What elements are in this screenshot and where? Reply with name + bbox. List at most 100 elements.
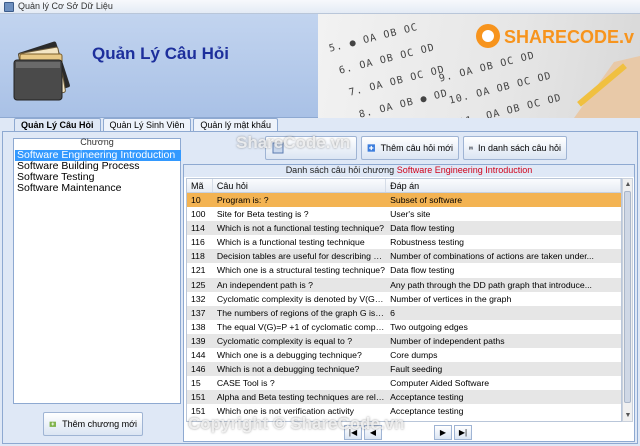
cell-id: 100 [191, 209, 206, 220]
cell-id: 114 [191, 223, 205, 234]
column-header-id[interactable]: Mã [187, 179, 213, 192]
cell-id: 116 [191, 237, 205, 248]
table-row[interactable]: 146 Which is not a debugging technique? Fa… [187, 362, 621, 377]
table-row[interactable]: 10 Program is: ? Subset of software [187, 193, 621, 208]
table-row[interactable]: 151 Alpha and Beta testing techniques are… [187, 390, 621, 405]
cell-question: CASE Tool is ? [216, 378, 275, 389]
cell-question: Alpha and Beta testing techniques are re… [216, 392, 386, 403]
cell-question: An independent path is ? [216, 279, 314, 290]
tab-passwords[interactable]: Quản lý mật khẩu [193, 118, 278, 132]
cell-answer: Number of combinations of actions are ta… [390, 251, 594, 262]
main-tabs: Quản Lý Câu Hỏi Quản Lý Sinh Viên Quản l… [14, 118, 280, 132]
table-row[interactable]: 116 Which is a functional testing techniq… [187, 235, 621, 249]
next-page-button[interactable]: ▶ [434, 424, 452, 440]
tab-students[interactable]: Quản Lý Sinh Viên [102, 118, 192, 132]
cell-question: Cyclomatic complexity is denoted by V(G)… [216, 293, 387, 304]
table-row[interactable]: 138 The equal V(G)=P +1 of cyclomatic com… [187, 320, 621, 334]
cell-id: 137 [191, 307, 206, 318]
sharecode-logo: SHARECODE.vn [476, 24, 634, 48]
table-row[interactable]: 100 Site for Beta testing is ? User's site [187, 207, 621, 221]
tab-questions[interactable]: Quản Lý Câu Hỏi [14, 118, 101, 132]
table-row[interactable]: 118 Decision tables are useful for descri… [187, 249, 621, 264]
cell-answer: 6 [390, 307, 395, 318]
cell-answer: Fault seeding [390, 364, 443, 375]
table-row[interactable]: 137 The numbers of regions of the graph G… [187, 305, 621, 320]
cell-id: 121 [191, 265, 206, 276]
window-title: Quản lý Cơ Sở Dữ Liệu [18, 1, 113, 11]
cell-question: Program is: ? [216, 195, 269, 205]
cell-answer: Acceptance testing [390, 406, 464, 417]
cell-question: Site for Beta testing is ? [216, 209, 309, 220]
cell-id: 15 [191, 378, 201, 389]
cell-id: 151 [191, 392, 206, 403]
print-list-button[interactable]: In danh sách câu hỏi [463, 136, 567, 160]
chapter-list[interactable]: Software Engineering Introduction Softwa… [15, 150, 181, 194]
cell-answer: Subset of software [390, 195, 463, 205]
cell-answer: Robustness testing [390, 237, 464, 248]
table-row[interactable]: 132 Cyclomatic complexity is denoted by V… [187, 292, 621, 306]
cell-answer: Number of independent paths [390, 335, 505, 346]
prev-page-button[interactable]: ◀ [364, 424, 382, 440]
table-row[interactable]: 114 Which is not a functional testing tec… [187, 221, 621, 236]
grid-scrollbar[interactable]: ▲ ▼ [622, 178, 633, 422]
cell-question: Cyclomatic complexity is equal to ? [216, 335, 353, 346]
add-question-button[interactable]: Thêm câu hỏi mới [361, 136, 459, 160]
brand-text: SHARECODE.vn [504, 27, 634, 47]
chapter-item[interactable]: Software Maintenance [15, 183, 181, 194]
cell-id: 144 [191, 350, 206, 361]
column-header-question[interactable]: Câu hỏi [213, 179, 387, 192]
cell-answer: Data flow testing [390, 223, 455, 234]
chapter-legend: Chương [80, 137, 114, 147]
cell-id: 139 [191, 335, 206, 346]
cell-id: 151 [191, 406, 206, 417]
cell-question: The equal V(G)=P +1 of cyclomatic comple… [216, 321, 387, 332]
table-row[interactable]: 125 An independent path is ? Any path thro… [187, 277, 621, 292]
cell-question: Which is not a functional testing techni… [216, 223, 384, 234]
add-chapter-button[interactable]: Thêm chương mới [43, 412, 143, 436]
cell-answer: Acceptance testing [390, 392, 464, 403]
questions-grid[interactable]: Mã Câu hỏi Đáp án 10 Program is: ? Subset … [186, 178, 622, 422]
cell-question: The numbers of regions of the graph G is… [216, 307, 386, 318]
chapter-group: Chương Software Engineering Introduction… [13, 137, 181, 404]
cell-question: Which one is a debugging technique? [216, 350, 362, 361]
table-row[interactable]: 139 Cyclomatic complexity is equal to ? Nu… [187, 333, 621, 349]
add-question-icon [367, 144, 375, 152]
cell-answer: Number of vertices in the graph [390, 293, 512, 304]
cell-question: Which one is a structural testing techni… [216, 265, 385, 276]
grid-header: Mã Câu hỏi Đáp án [187, 179, 621, 193]
cell-answer: Two outgoing edges [390, 321, 468, 332]
printer-icon [469, 146, 473, 150]
first-page-button[interactable]: |◀ [344, 424, 362, 440]
page-indicator [384, 425, 432, 440]
table-row[interactable]: 15 CASE Tool is ? Computer Aided Software [187, 376, 621, 390]
add-chapter-icon [49, 421, 56, 427]
table-row[interactable]: 144 Which one is a debugging technique? Co… [187, 348, 621, 362]
add-chapter-label: Thêm chương mới [62, 419, 137, 429]
cell-question: Decision tables are useful for describin… [216, 251, 386, 262]
title-prefix: Danh sách câu hỏi chương [285, 165, 395, 175]
edit-icon [272, 142, 284, 154]
print-list-label: In danh sách câu hỏi [477, 143, 561, 153]
cell-answer: Computer Aided Software [390, 378, 490, 389]
cell-id: 118 [191, 251, 205, 262]
add-question-label: Thêm câu hỏi mới [380, 143, 453, 153]
pager: |◀ ◀ ▶ ▶| [344, 424, 472, 440]
header-banner: Quản Lý Câu Hỏi 5. ● OA OB OC 6. OA OB O… [0, 14, 640, 118]
answer-sheet-photo: 5. ● OA OB OC 6. OA OB OC OD 7. OA OB OC… [318, 14, 640, 118]
last-page-button[interactable]: ▶| [454, 424, 472, 440]
folder-logo-icon [13, 41, 70, 101]
toolbar-button-blank[interactable] [265, 136, 357, 160]
table-row[interactable]: 121 Which one is a structural testing tec… [187, 263, 621, 277]
table-row[interactable]: 151 Which one is not verification activit… [187, 404, 621, 418]
cell-id: 138 [191, 321, 206, 332]
banner-title: Quản Lý Câu Hỏi [92, 44, 229, 63]
cell-id: 10 [191, 195, 201, 205]
tab-content: Chương Software Engineering Introduction… [2, 131, 638, 444]
column-header-answer[interactable]: Đáp án [386, 179, 621, 192]
app-icon [4, 2, 14, 12]
scroll-up-icon[interactable]: ▲ [624, 180, 632, 189]
cell-id: 125 [191, 279, 206, 290]
scroll-down-icon[interactable]: ▼ [624, 411, 632, 420]
title-chapter: Software Engineering Introduction [396, 165, 533, 175]
scroll-thumb[interactable] [624, 191, 631, 403]
